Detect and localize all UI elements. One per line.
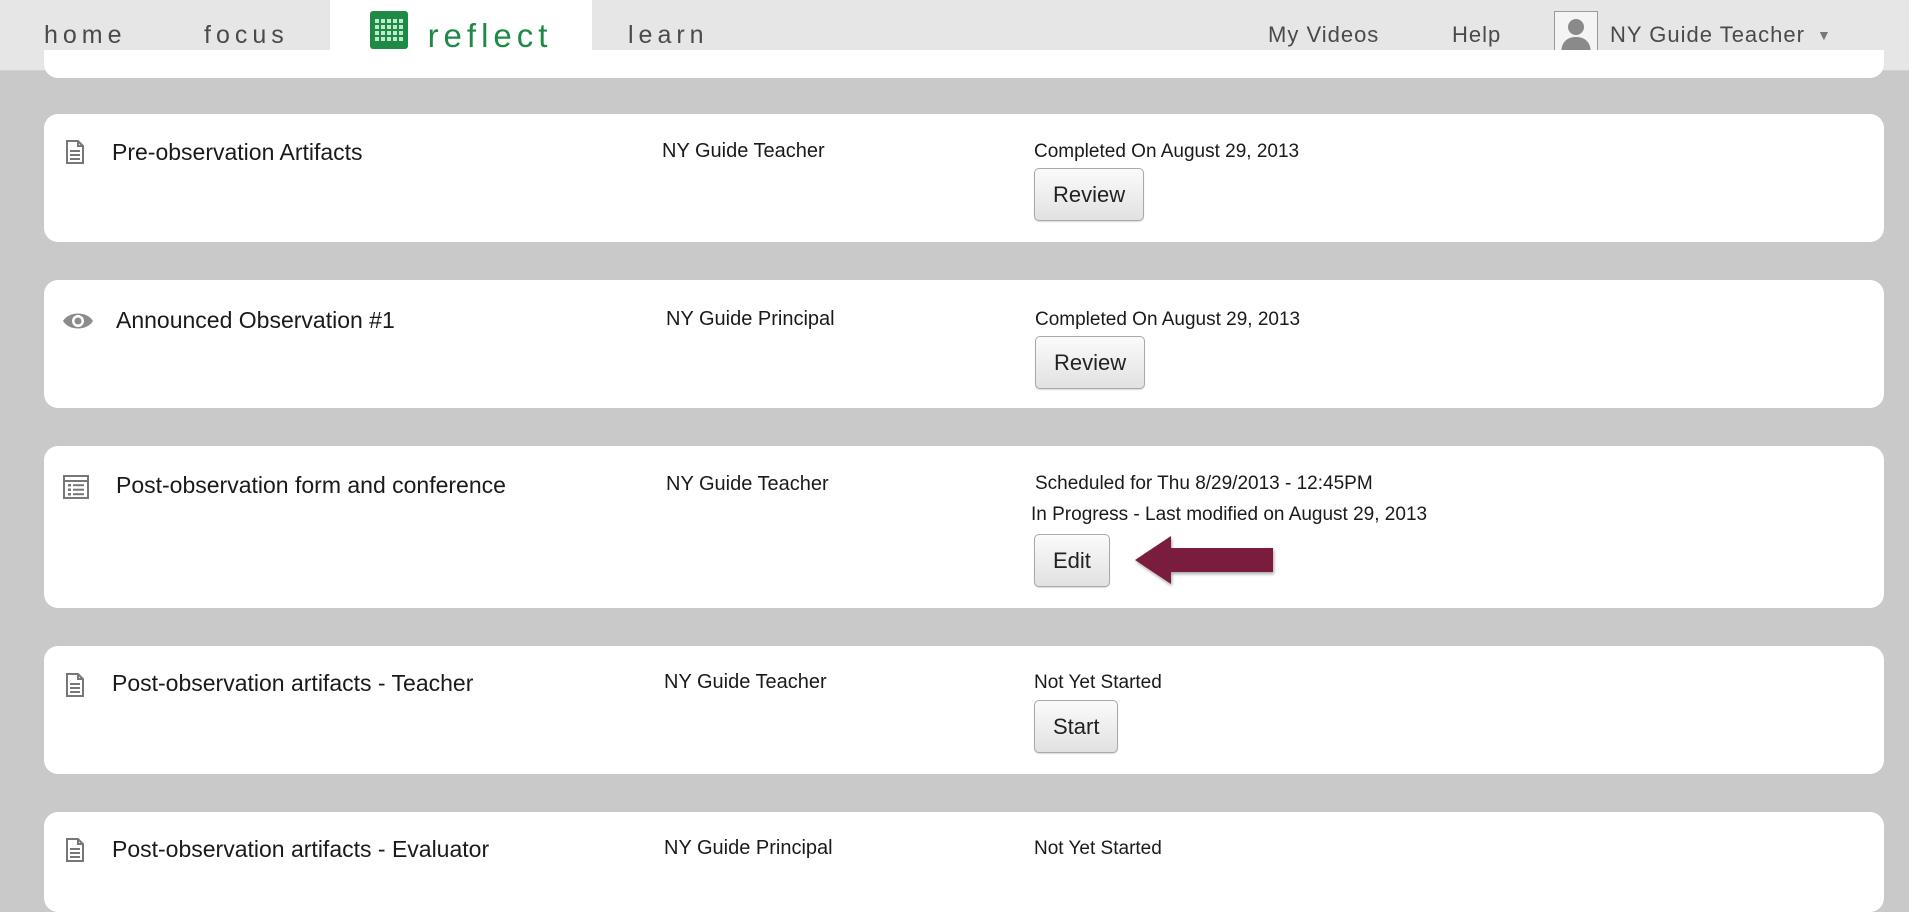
avatar (1554, 11, 1598, 55)
row-status-scheduled: Scheduled for Thu 8/29/2013 - 12:45PM (1035, 473, 1373, 494)
row-title: Post-observation form and conference (116, 472, 506, 498)
workflow-row: Post-observation form and conference NY … (44, 446, 1884, 608)
arrow-pointer-icon (1135, 536, 1273, 584)
row-status-progress: In Progress - Last modified on August 29… (1031, 504, 1428, 525)
row-title: Post-observation artifacts - Evaluator (112, 836, 490, 862)
row-status: Not Yet Started (1034, 672, 1162, 693)
document-icon (66, 140, 84, 164)
row-owner: NY Guide Principal (664, 837, 833, 859)
row-owner: NY Guide Teacher (664, 671, 827, 693)
document-icon (66, 838, 84, 862)
row-owner: NY Guide Teacher (662, 140, 825, 162)
start-button[interactable]: Start (1034, 700, 1119, 753)
document-icon (66, 673, 84, 697)
row-title: Pre-observation Artifacts (112, 139, 363, 165)
edit-button[interactable]: Edit (1034, 534, 1110, 587)
row-status: Completed On August 29, 2013 (1035, 309, 1301, 330)
row-owner: NY Guide Teacher (666, 473, 829, 495)
review-button[interactable]: Review (1035, 336, 1146, 389)
row-title: Announced Observation #1 (116, 307, 395, 333)
form-list-icon (63, 475, 89, 499)
row-title: Post-observation artifacts - Teacher (112, 670, 474, 696)
row-owner: NY Guide Principal (666, 308, 835, 330)
reflect-logo-icon (369, 11, 408, 49)
eye-icon (63, 313, 93, 329)
chevron-down-icon: ▼ (1816, 27, 1832, 43)
workflow-row: Post-observation artifacts - Teacher NY … (44, 646, 1884, 774)
row-status: Not Yet Started (1034, 838, 1162, 859)
workflow-row: Pre-observation Artifacts NY Guide Teach… (44, 114, 1884, 242)
row-status: Completed On August 29, 2013 (1034, 141, 1300, 162)
workflow-row: Post-observation artifacts - Evaluator N… (44, 812, 1884, 912)
partial-card (44, 50, 1884, 78)
review-button[interactable]: Review (1034, 168, 1145, 221)
workflow-row: Announced Observation #1 NY Guide Princi… (44, 280, 1884, 408)
user-name: NY Guide Teacher (1610, 22, 1805, 47)
